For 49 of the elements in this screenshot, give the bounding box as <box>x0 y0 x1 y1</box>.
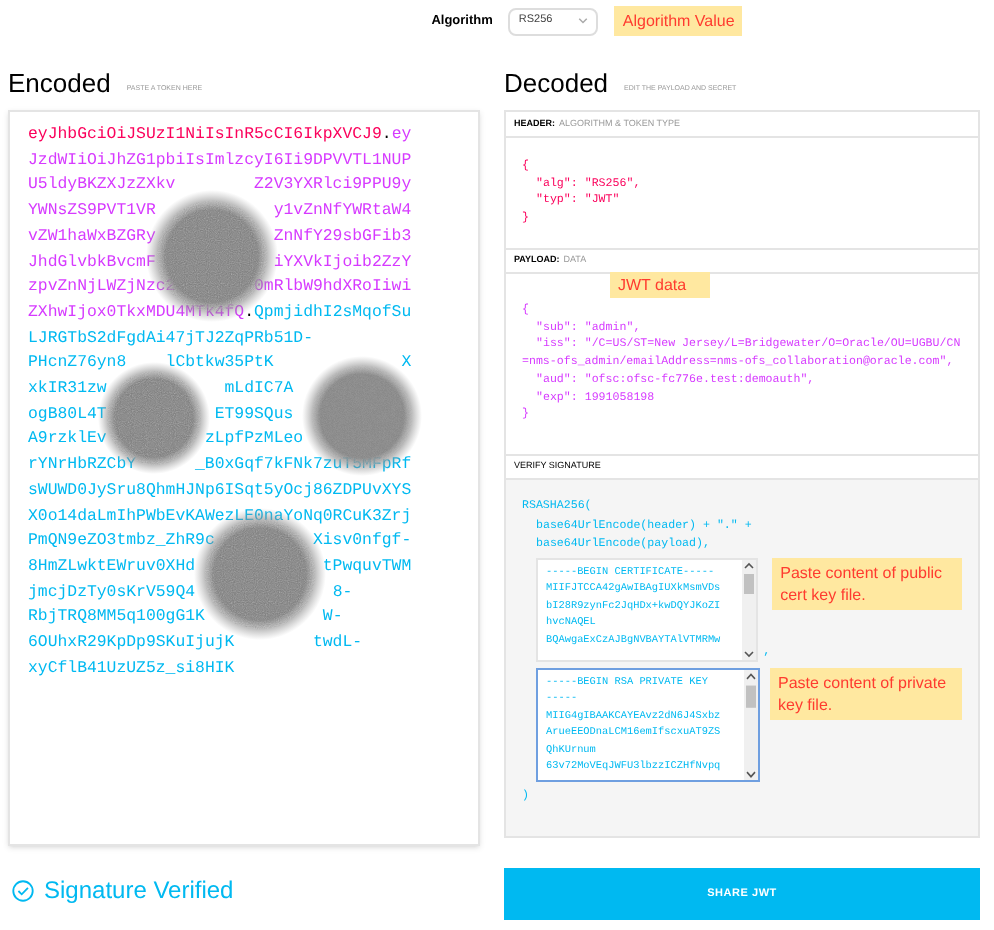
token-text: _B0xGqf7kFNk7zuT5MFpRf <box>195 454 412 479</box>
token-text: LJRGTbS2dFgdAi47jTJ2ZqPRb51D- <box>28 327 313 352</box>
annotation-note: Algorithm Value <box>614 6 743 36</box>
token-text: ZXhwIjox0TkxMDU4MTk4fQ.QpmjidhI2sMqofSu <box>28 301 412 326</box>
token-text: xyCflB41UzUZ5z_si8HIK <box>28 657 235 682</box>
encoded-title: Encoded <box>8 70 111 96</box>
token-text: YWNsZS9PVT1VR <box>28 200 156 225</box>
signature-status: Signature Verified <box>44 874 234 908</box>
token-text: ET99SQus <box>214 403 294 428</box>
token-text: ZnNfY29sbGFib3 <box>273 225 412 250</box>
token-text: JhdGlvbkBvcmF <box>28 251 156 276</box>
token-text: U5ldyBKZXJzZXkv <box>28 174 176 199</box>
token-text: xkIR31zw <box>28 378 107 403</box>
scrollbar-icon <box>744 669 758 781</box>
token-text: tPwquvTWM <box>322 555 412 580</box>
token-text: 8- <box>332 581 353 606</box>
annotation-note: Paste content of private key file. <box>770 667 962 719</box>
token-text: 6OUhxR29KpDp9SKuIjujK <box>28 632 235 657</box>
token-text: PmQN9eZO3tmbz_ZhR9c <box>28 530 215 555</box>
token-text: RbjTRQ8MM5q100gG1K <box>28 606 205 631</box>
token-text: iYXVkIjoib2ZzY <box>273 251 412 276</box>
token-text: zpvZnNjLWZjNzc2 <box>28 276 176 301</box>
token-text: W- <box>322 606 343 631</box>
token-text: vZW1haWxBZGRy <box>28 225 156 250</box>
token-text: rYNrHbRZCbY <box>28 454 137 479</box>
token-text: y1vZnNfYWRtaW4 <box>273 200 412 225</box>
token-text: X0o14daLmIhPWbEvKAWezLE0naYoNq0RCuK3Zrj <box>28 505 412 530</box>
token-text: A9rzklEv <box>28 428 107 453</box>
token-text: PHcnZ76yn8 <box>28 352 127 377</box>
token-text: twdL- <box>312 632 363 657</box>
token-text: zLpfPzMLeo <box>204 428 304 453</box>
chevron-down-icon <box>578 18 589 24</box>
annotation-note: JWT data <box>610 272 710 298</box>
token-text: sWUWD0JySru8QhmHJNp6ISqt5yOcj86ZDPUvXYS <box>28 479 412 504</box>
token-text: Xisv0nfgf- <box>312 530 412 555</box>
token-text: ogB80L4T <box>28 403 107 428</box>
token-text: 8HmZLwktEWruv0XHd <box>28 555 196 580</box>
token-text: X <box>401 352 412 377</box>
token-text: eyJhbGciOiJSUzI1NiIsInR5cCI6IkpXVCJ9.ey <box>28 124 412 148</box>
annotation-note: Paste content of public cert key file. <box>772 557 962 609</box>
token-text: 0mRlbW9hdXRoIiwi <box>254 276 412 301</box>
token-text: Z2V3YXRlci9PPU9y <box>254 174 412 199</box>
token-text: mLdIC7A <box>224 378 294 403</box>
scrollbar-icon <box>741 559 756 659</box>
decoded-title: Decoded <box>504 70 609 96</box>
token-text: lCbtkw35PtK <box>165 352 274 377</box>
token-text: jmcjDzTy0sKrV59Q4 <box>28 581 196 606</box>
token-text: JzdWIiOiJhZG1pbiIsImlzcyI6Ii9DPVVTL1NUP <box>28 149 412 174</box>
token-input[interactable] <box>8 110 480 846</box>
